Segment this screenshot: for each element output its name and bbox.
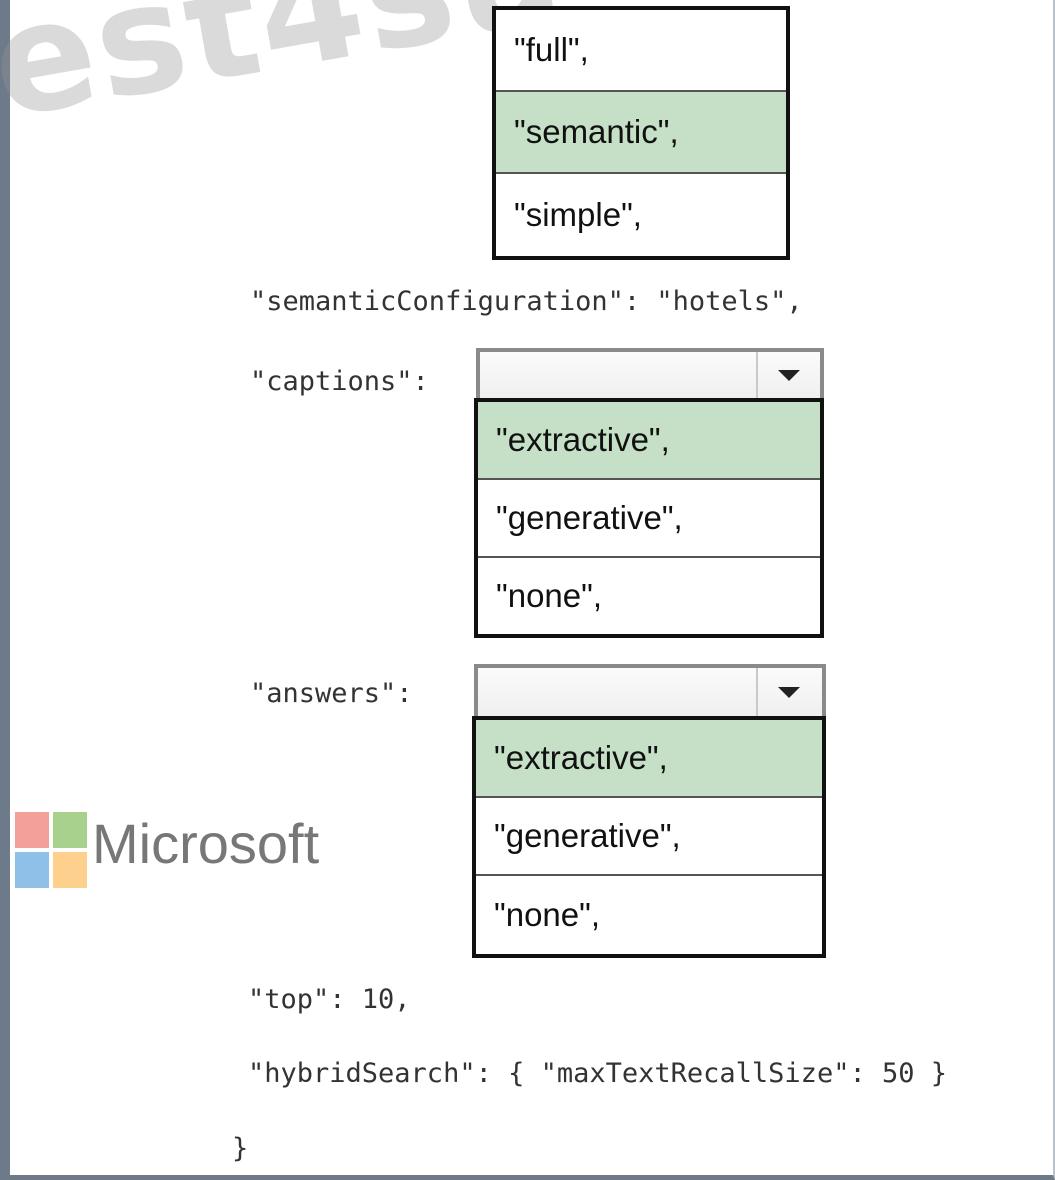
chevron-down-icon: [778, 370, 800, 381]
chevron-down-icon: [778, 687, 800, 698]
answers-dropdown[interactable]: [474, 664, 826, 720]
captions-option-none[interactable]: "none",: [478, 558, 820, 634]
microsoft-logo-icon: [15, 812, 87, 888]
captions-option-extractive[interactable]: "extractive",: [478, 402, 820, 480]
captions-label: "captions":: [250, 366, 429, 397]
query-type-options: "full", "semantic", "simple",: [492, 6, 790, 260]
dropdown-separator: [756, 668, 758, 716]
query-type-option-semantic[interactable]: "semantic",: [496, 92, 786, 174]
captions-options: "extractive", "generative", "none",: [474, 398, 824, 638]
answers-label: "answers":: [250, 678, 413, 709]
answers-option-none[interactable]: "none",: [476, 876, 822, 954]
microsoft-wordmark: Microsoft: [92, 812, 320, 875]
captions-dropdown[interactable]: [476, 348, 824, 402]
answers-option-generative[interactable]: "generative",: [476, 798, 822, 876]
semantic-configuration-line: "semanticConfiguration": "hotels",: [250, 286, 803, 317]
dropdown-separator: [756, 352, 758, 398]
captions-option-generative[interactable]: "generative",: [478, 480, 820, 558]
top-line: "top": 10,: [248, 984, 411, 1015]
query-type-option-full[interactable]: "full",: [496, 10, 786, 92]
hybrid-search-line: "hybridSearch": { "maxTextRecallSize": 5…: [248, 1058, 947, 1089]
answers-options: "extractive", "generative", "none",: [472, 716, 826, 958]
answers-option-extractive[interactable]: "extractive",: [476, 720, 822, 798]
query-type-option-simple[interactable]: "simple",: [496, 174, 786, 256]
closing-brace: }: [232, 1133, 249, 1164]
